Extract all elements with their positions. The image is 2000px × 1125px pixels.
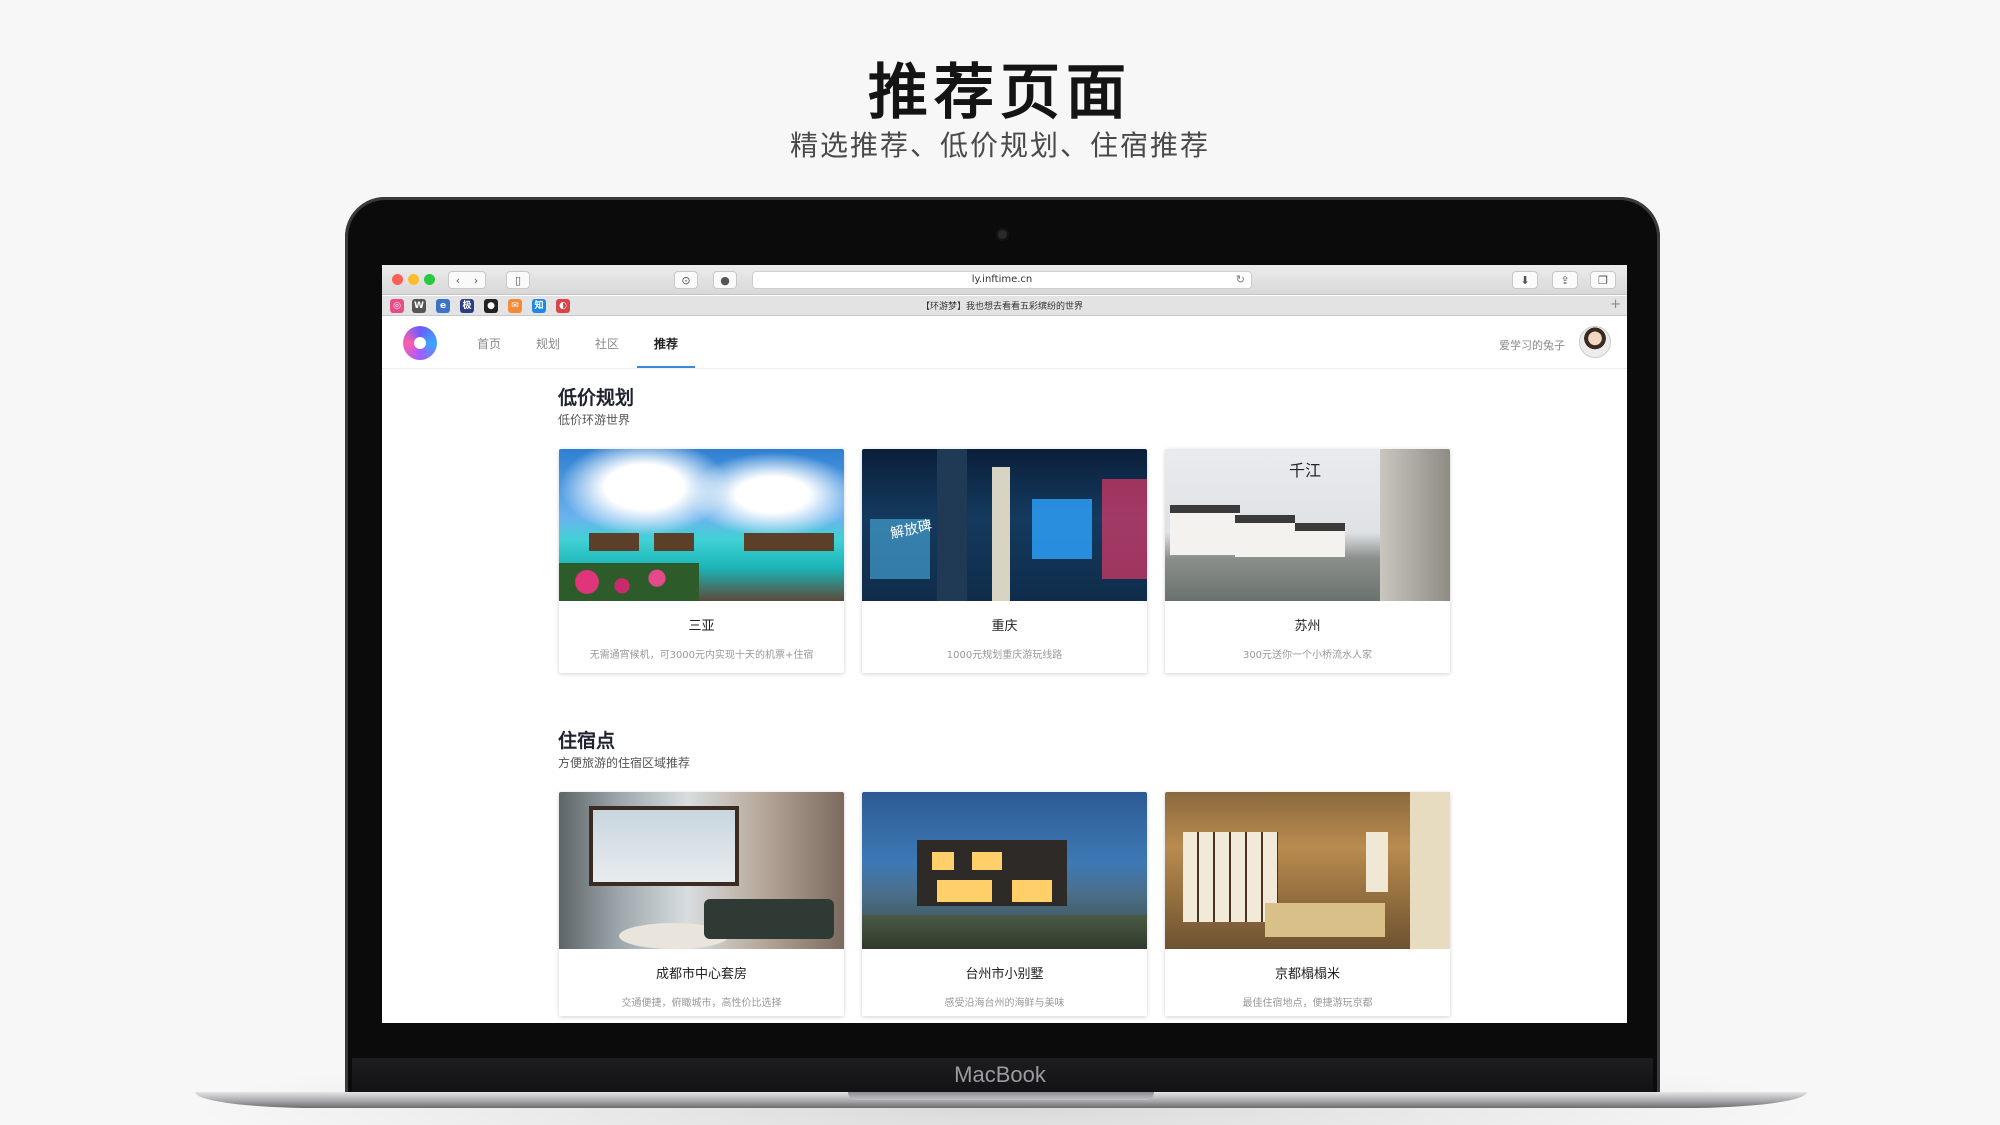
lit-window-shape — [937, 880, 992, 902]
wall-shape — [1380, 449, 1450, 601]
bookmark-mail-icon[interactable]: ✉ — [508, 299, 522, 313]
bookmark-app-icon[interactable]: 极 — [460, 299, 474, 313]
calligraphy-text: 千江 — [1289, 461, 1322, 480]
card-image-taizhou — [862, 792, 1147, 949]
tabs-overview-icon[interactable]: ❐ — [1590, 271, 1616, 289]
card-image-suzhou: 千江 — [1165, 449, 1450, 601]
address-text: ly.inftime.cn — [971, 274, 1033, 285]
maximize-window-button[interactable] — [424, 274, 435, 285]
close-window-button[interactable] — [392, 274, 403, 285]
site-logo[interactable] — [403, 326, 437, 360]
active-tab-title[interactable]: 【环游梦】我也想去看看五彩缤纷的世界 — [632, 299, 1372, 312]
card-desc: 交通便捷，俯瞰城市，高性价比选择 — [621, 998, 782, 1009]
page-subtitle: 精选推荐、低价规划、住宿推荐 — [789, 129, 1210, 162]
card-suzhou[interactable]: 千江 苏州 300元送你一个小桥流水人家 — [1165, 449, 1450, 673]
laptop-brand: MacBook — [954, 1062, 1046, 1087]
nav-community[interactable]: 社区 — [595, 335, 619, 352]
lit-window-shape — [972, 852, 1002, 870]
door-shape — [1410, 792, 1450, 949]
avatar[interactable] — [1579, 326, 1611, 358]
lawn-shape — [862, 915, 1147, 949]
username[interactable]: 爱学习的兔子 — [1499, 337, 1565, 353]
card-name: 成都市中心套房 — [655, 967, 747, 982]
hut-shape — [589, 533, 639, 551]
flowers-shape — [559, 563, 699, 601]
card-image-chengdu — [559, 792, 844, 949]
card-image-sanya — [559, 449, 844, 601]
browser-screen: ‹ › ▯ ⊙ ● ly.inftime.cn ↻ ⬇ ⇪ ❐ ◎ W e 极 … — [382, 265, 1627, 1023]
hanging-scroll-shape — [1366, 832, 1388, 892]
card-taizhou[interactable]: 台州市小别墅 感受沿海台州的海鲜与美味 — [862, 792, 1147, 1016]
history-nav: ‹ › — [448, 271, 486, 289]
bookmark-zhihu-icon[interactable]: 知 — [532, 299, 546, 313]
reader-icon[interactable]: ⊙ — [674, 271, 698, 289]
building-lights-shape — [1102, 479, 1147, 579]
card-kyoto[interactable]: 京都榻榻米 最佳住宿地点，便捷游玩京都 — [1165, 792, 1450, 1016]
monument-shape — [992, 467, 1010, 601]
nav-recommend[interactable]: 推荐 — [654, 335, 678, 352]
browser-toolbar: ‹ › ▯ ⊙ ● ly.inftime.cn ↻ ⬇ ⇪ ❐ — [382, 265, 1627, 295]
card-name: 台州市小别墅 — [965, 967, 1044, 982]
bookmark-dribbble-icon[interactable]: ◎ — [390, 299, 404, 313]
lit-window-shape — [932, 852, 954, 870]
shoji-screen-shape — [1183, 832, 1278, 922]
card-desc: 1000元规划重庆游玩线路 — [946, 650, 1063, 661]
bookmark-browser-icon[interactable]: e — [436, 299, 450, 313]
nav-active-indicator — [637, 366, 695, 368]
card-image-chongqing: 解放碑 — [862, 449, 1147, 601]
tower-shape — [937, 449, 967, 601]
nav-home[interactable]: 首页 — [477, 335, 501, 352]
card-name: 重庆 — [991, 619, 1018, 634]
address-bar[interactable]: ly.inftime.cn ↻ — [752, 271, 1252, 289]
card-desc: 感受沿海台州的海鲜与美味 — [944, 998, 1065, 1009]
card-chongqing[interactable]: 解放碑 重庆 1000元规划重庆游玩线路 — [862, 449, 1147, 673]
sofa-shape — [704, 899, 834, 939]
card-desc: 无需通宵候机，可3000元内实现十天的机票+住宿 — [589, 650, 814, 661]
laptop-notch — [848, 1092, 1154, 1100]
download-icon[interactable]: ⬇ — [1512, 271, 1538, 289]
card-name: 三亚 — [688, 619, 715, 634]
sidebar-toggle-icon[interactable]: ▯ — [506, 271, 530, 289]
bookmark-github-icon[interactable]: ● — [484, 299, 498, 313]
bed-shape — [1265, 903, 1385, 937]
section-subtitle-budget: 低价环游世界 — [558, 413, 631, 427]
minimize-window-button[interactable] — [408, 274, 419, 285]
bookmark-wikipedia-icon[interactable]: W — [412, 299, 426, 313]
card-sanya[interactable]: 三亚 无需通宵候机，可3000元内实现十天的机票+住宿 — [559, 449, 844, 673]
back-icon[interactable]: ‹ — [449, 274, 467, 287]
card-desc: 最佳住宿地点，便捷游玩京都 — [1242, 998, 1373, 1009]
lit-window-shape — [1012, 880, 1052, 902]
section-title-lodging: 住宿点 — [558, 730, 616, 752]
share-icon[interactable]: ⇪ — [1552, 271, 1578, 289]
window-shape — [589, 806, 739, 886]
new-tab-icon[interactable]: + — [1610, 297, 1621, 312]
extension-icon[interactable]: ● — [713, 271, 737, 289]
house-shape — [1295, 523, 1345, 557]
card-desc: 300元送你一个小桥流水人家 — [1242, 650, 1373, 661]
nav-plan[interactable]: 规划 — [536, 335, 560, 352]
card-image-kyoto — [1165, 792, 1450, 949]
hut-shape — [654, 533, 694, 551]
card-name: 京都榻榻米 — [1274, 967, 1340, 982]
camera-icon — [998, 230, 1007, 239]
house-shape — [1235, 515, 1295, 557]
card-chengdu[interactable]: 成都市中心套房 交通便捷，俯瞰城市，高性价比选择 — [559, 792, 844, 1016]
pier-shape — [744, 533, 834, 551]
bookmark-photo-icon[interactable]: ◐ — [556, 299, 570, 313]
billboard-shape — [1032, 499, 1092, 559]
card-name: 苏州 — [1294, 619, 1321, 634]
site-navbar: 首页 规划 社区 推荐 爱学习的兔子 — [382, 317, 1627, 369]
reload-icon[interactable]: ↻ — [1236, 272, 1245, 288]
forward-icon[interactable]: › — [467, 274, 485, 287]
section-title-budget: 低价规划 — [558, 387, 635, 409]
section-subtitle-lodging: 方便旅游的住宿区域推荐 — [558, 756, 691, 770]
bookmarks-bar: ◎ W e 极 ● ✉ 知 ◐ 【环游梦】我也想去看看五彩缤纷的世界 + — [382, 296, 1627, 316]
page-title: 推荐页面 — [868, 58, 1132, 128]
house-shape — [1170, 505, 1240, 555]
